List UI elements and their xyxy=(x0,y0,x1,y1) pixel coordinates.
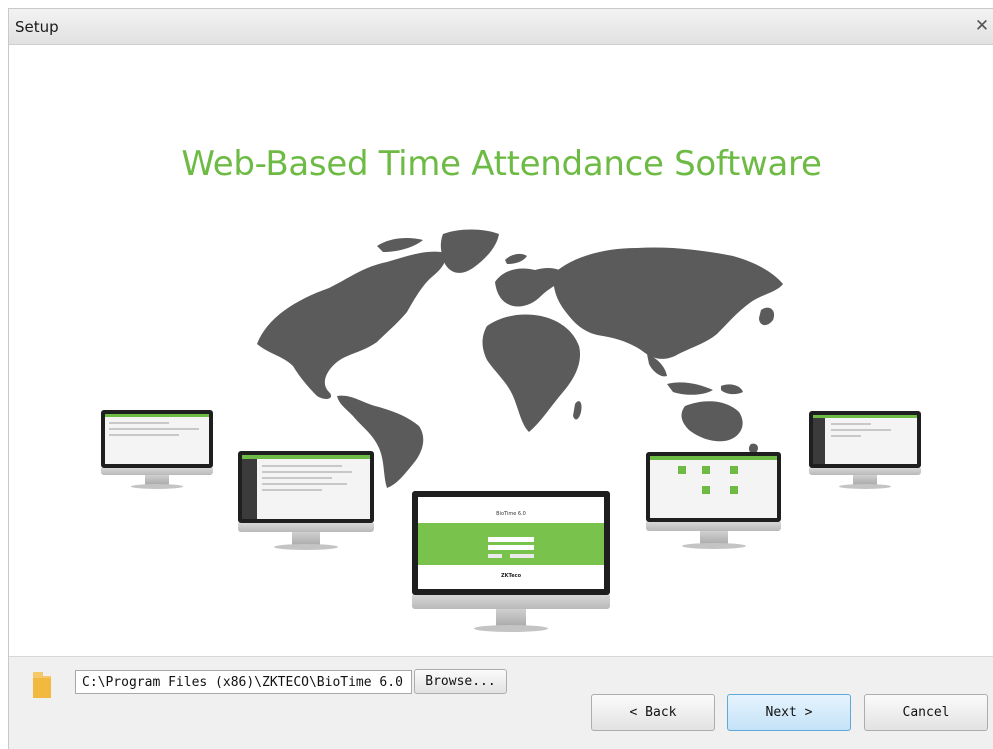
setup-window: Setup ✕ Web-Based Time Attendance Softwa… xyxy=(8,8,993,749)
monitor-screen xyxy=(813,415,917,464)
monitor-screen xyxy=(650,456,777,518)
monitor-center: BioTime 6.0 ZKTeco xyxy=(412,491,610,641)
monitor-screen xyxy=(105,414,209,464)
window-title: Setup xyxy=(15,18,59,36)
monitor-left-bottom xyxy=(238,451,374,563)
zkteco-logo: ZKTeco xyxy=(500,573,522,579)
folder-icon xyxy=(33,672,51,698)
install-path-input[interactable] xyxy=(75,670,412,694)
monitor-right-top xyxy=(809,411,921,503)
monitor-right-bottom xyxy=(646,452,781,564)
monitor-left-top xyxy=(101,410,213,502)
footer-panel: Browse... < Back Next > Cancel xyxy=(9,656,993,749)
title-bar: Setup ✕ xyxy=(9,9,993,45)
headline: Web-Based Time Attendance Software xyxy=(181,144,822,184)
monitor-screen: BioTime 6.0 ZKTeco xyxy=(418,497,604,589)
close-icon[interactable]: ✕ xyxy=(972,15,992,37)
back-button[interactable]: < Back xyxy=(591,694,715,731)
cancel-button[interactable]: Cancel xyxy=(864,694,988,731)
browse-button[interactable]: Browse... xyxy=(414,669,507,694)
world-map-icon xyxy=(257,229,783,488)
next-button[interactable]: Next > xyxy=(727,694,851,731)
monitor-screen xyxy=(242,455,370,519)
brand-text: BioTime 6.0 xyxy=(496,511,526,517)
banner-area: Web-Based Time Attendance Software BioTi… xyxy=(9,46,993,656)
